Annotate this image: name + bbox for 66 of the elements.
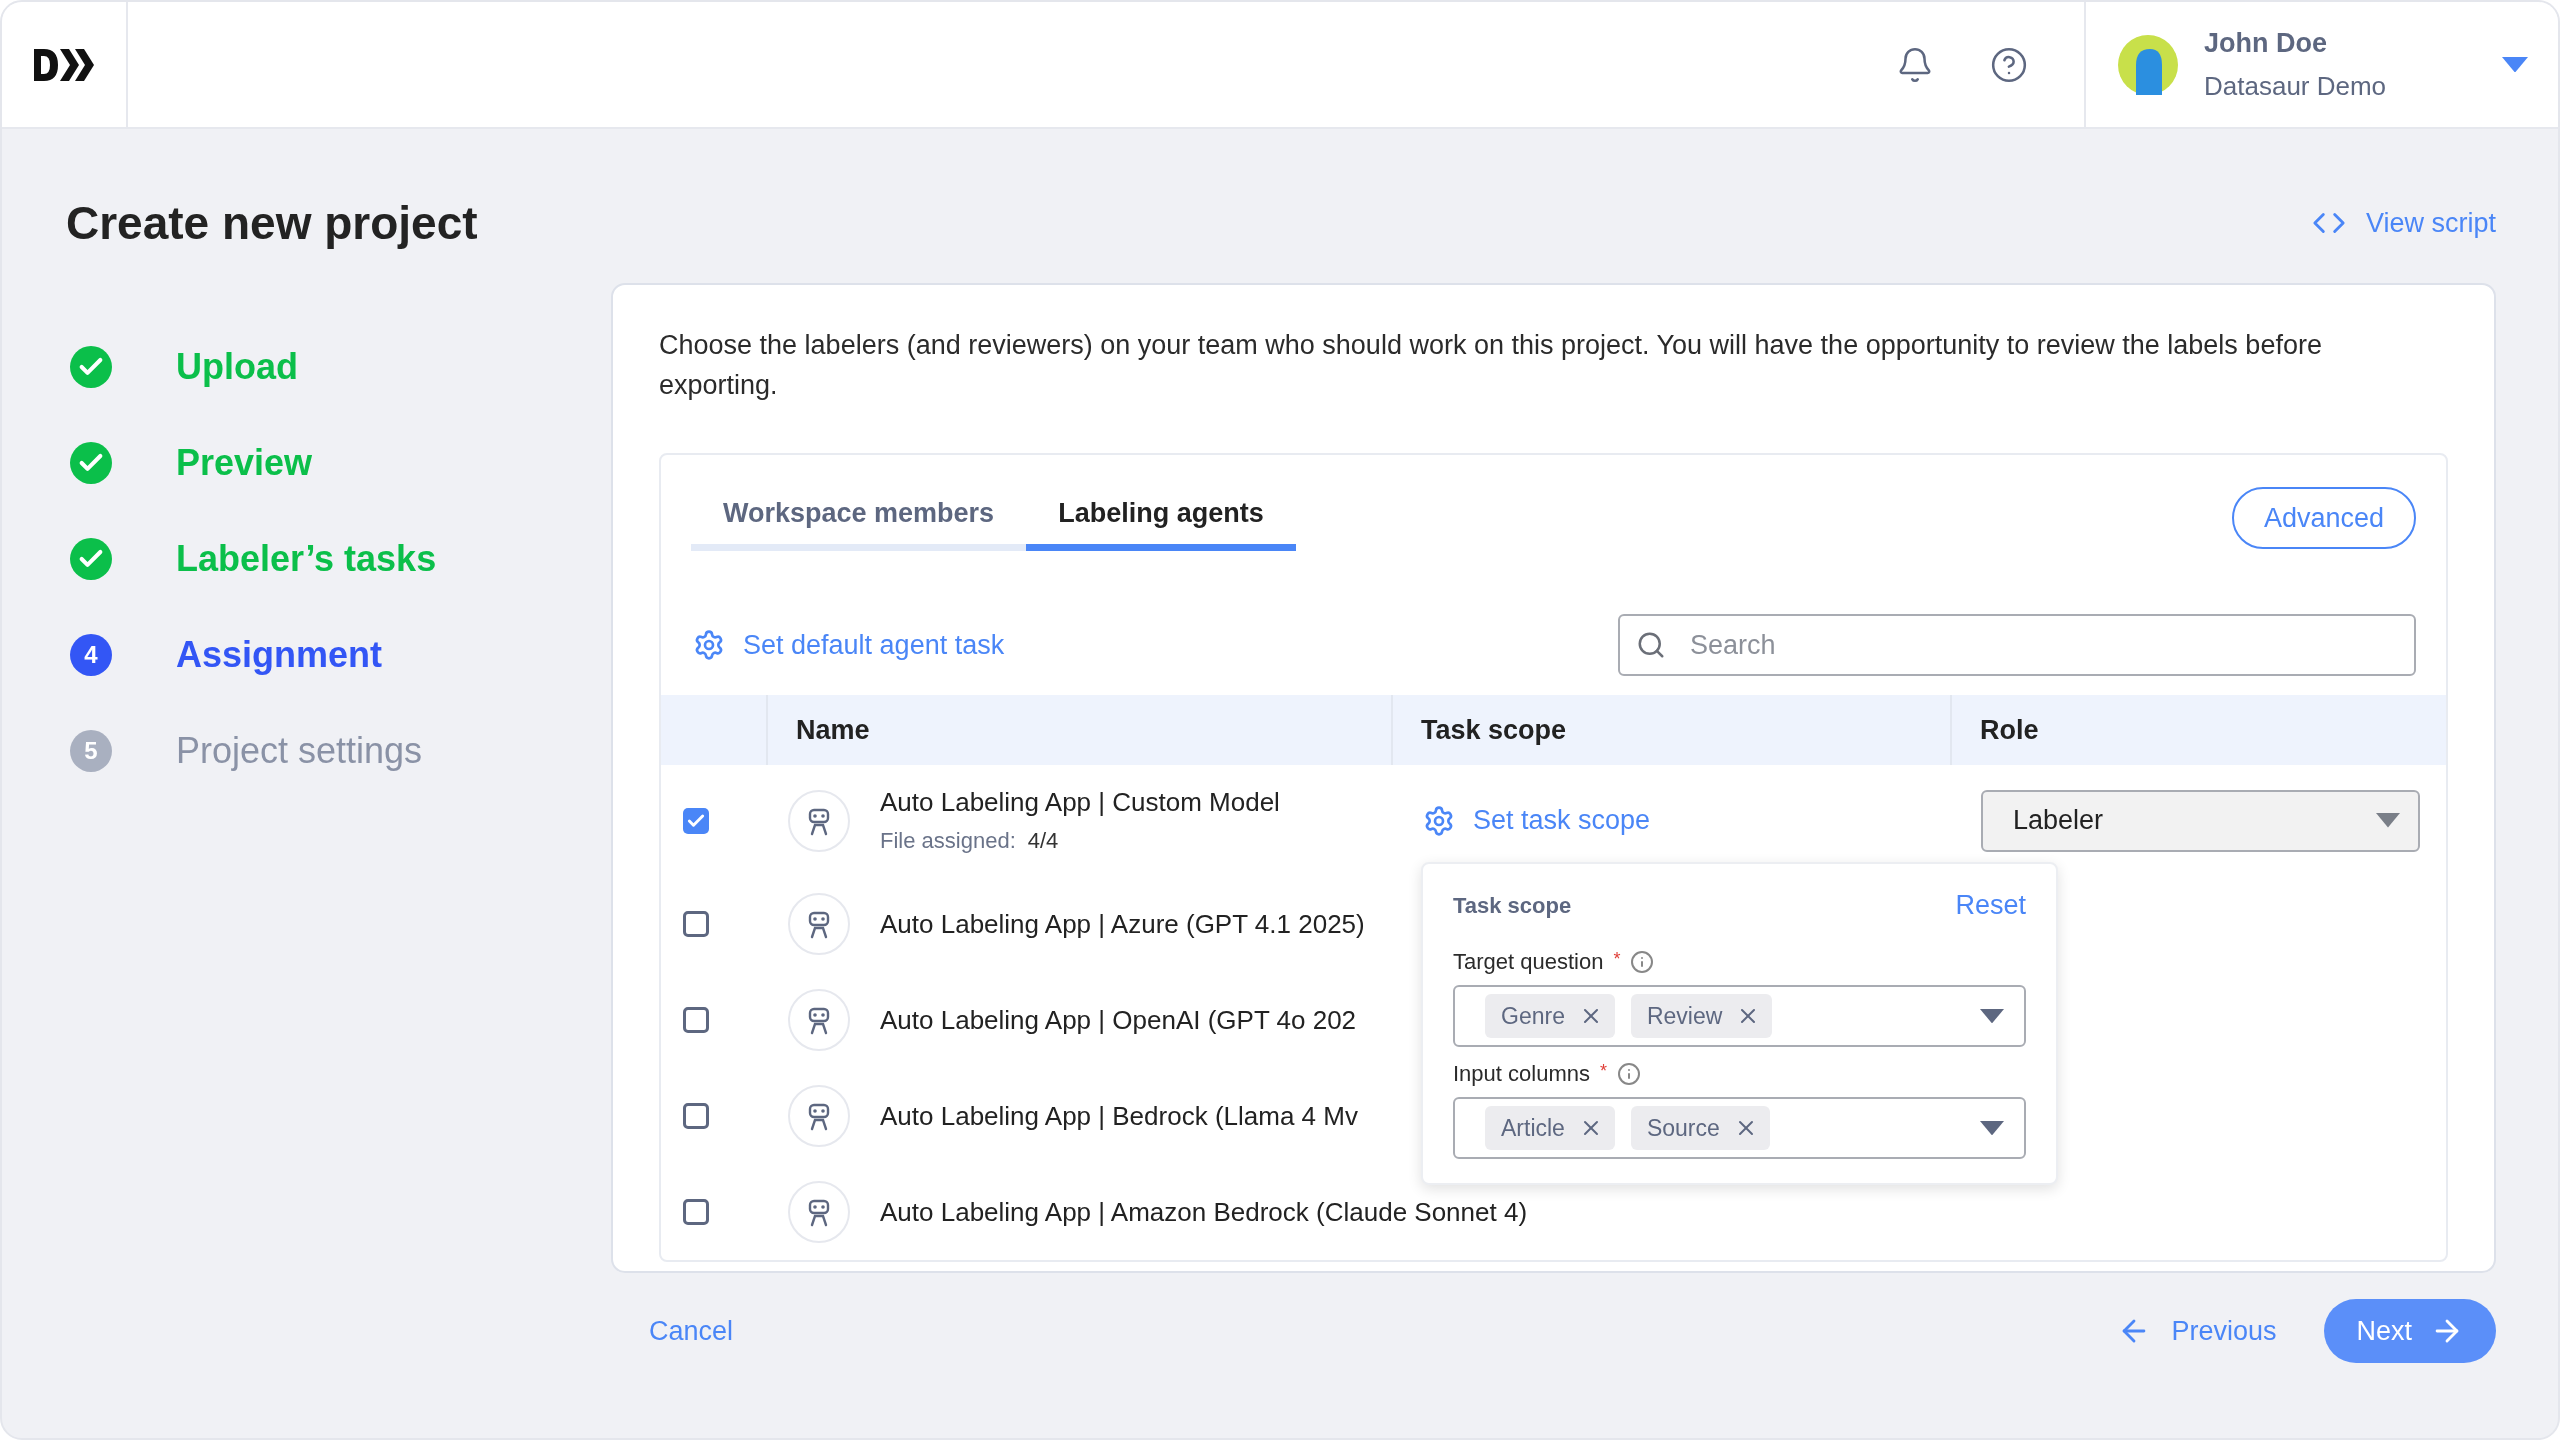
default-task-link[interactable]: Set default agent task	[693, 629, 1005, 661]
workspace-name: Datasaur Demo	[2204, 70, 2388, 102]
robot-icon	[788, 989, 850, 1051]
step-number: 5	[70, 730, 112, 772]
robot-icon	[788, 1085, 850, 1147]
cancel-button[interactable]: Cancel	[649, 1315, 734, 1347]
step-number: 4	[70, 634, 112, 676]
agent-name: Auto Labeling App | OpenAI (GPT 4o 202	[880, 1004, 1357, 1036]
field-label: Input columns	[1453, 1061, 1590, 1087]
tag: Source	[1630, 1106, 1770, 1150]
checkbox[interactable]	[683, 807, 709, 834]
popover-title: Task scope	[1453, 892, 1572, 919]
info-icon[interactable]	[1630, 950, 1655, 974]
tag: Review	[1630, 994, 1773, 1038]
logo-icon[interactable]	[34, 48, 94, 81]
caret-icon	[1980, 1008, 2004, 1024]
tab[interactable]: Labeling agents	[1026, 483, 1296, 551]
multi-select-field[interactable]: Article Source	[1453, 1097, 2026, 1159]
agent-name: Auto Labeling App | Amazon Bedrock (Claude Sonnet 4)	[880, 1196, 1528, 1228]
robot-icon	[788, 893, 850, 955]
settings-icon	[693, 629, 725, 661]
step-label[interactable]: Project settings	[176, 730, 423, 772]
help-icon[interactable]	[1990, 45, 2028, 84]
description: Choose the labelers (and reviewers) on your team who should work on this project. You will have the opportunity to review the labels before exporting.	[659, 329, 2323, 402]
checkbox[interactable]	[683, 1199, 709, 1225]
agent-name: Auto Labeling App | Custom Model	[880, 787, 1280, 818]
previous-button[interactable]: Previous	[2117, 1314, 2277, 1348]
required-mark: *	[1599, 1061, 1607, 1082]
avatar[interactable]	[2118, 34, 2178, 95]
robot-icon	[788, 1181, 850, 1243]
file-assigned-value: 4/4	[1027, 828, 1059, 854]
role-select[interactable]: Labeler	[1981, 789, 2420, 852]
field-label: Target question	[1453, 949, 1604, 975]
caret-icon	[1980, 1120, 2004, 1136]
column-header: Name	[766, 695, 1391, 765]
page-title: Create new project	[66, 196, 478, 250]
file-assigned-label: File assigned:	[880, 828, 1016, 854]
step-label[interactable]: Preview	[176, 442, 313, 484]
column-header: Task scope	[1391, 695, 1950, 765]
view-script-link[interactable]: View script	[2311, 206, 2496, 240]
step-label[interactable]: Labeler’s tasks	[176, 538, 437, 580]
checkbox[interactable]	[683, 911, 709, 937]
required-mark: *	[1613, 949, 1621, 970]
settings-icon	[1423, 804, 1455, 837]
tab[interactable]: Workspace members	[691, 483, 1027, 551]
caret-icon	[2376, 813, 2400, 828]
agent-name: Auto Labeling App | Azure (GPT 4.1 2025)	[880, 908, 1365, 940]
robot-icon	[788, 789, 850, 852]
checkbox[interactable]	[683, 1007, 709, 1033]
info-icon[interactable]	[1617, 1062, 1641, 1086]
checkbox[interactable]	[683, 1103, 709, 1129]
task-scope-link[interactable]: Set task scope	[1423, 804, 1651, 837]
tag: Article	[1485, 1106, 1615, 1150]
reset-button[interactable]: Reset	[1955, 890, 2026, 921]
user-name: John Doe	[2204, 27, 2328, 59]
step-label[interactable]: Assignment	[176, 634, 383, 676]
search-icon	[1636, 630, 1666, 660]
search-field[interactable]: Search	[1618, 614, 2416, 676]
agent-name: Auto Labeling App | Bedrock (Llama 4 Mv	[880, 1100, 1358, 1132]
step-label[interactable]: Upload	[176, 346, 298, 388]
next-button[interactable]: Next	[2324, 1299, 2496, 1363]
tag: Genre	[1485, 994, 1615, 1038]
multi-select-field[interactable]: Genre Review	[1453, 985, 2026, 1047]
advanced-button[interactable]: Advanced	[2231, 487, 2416, 549]
caret-icon	[2502, 56, 2528, 73]
column-header: Role	[1950, 695, 2446, 765]
